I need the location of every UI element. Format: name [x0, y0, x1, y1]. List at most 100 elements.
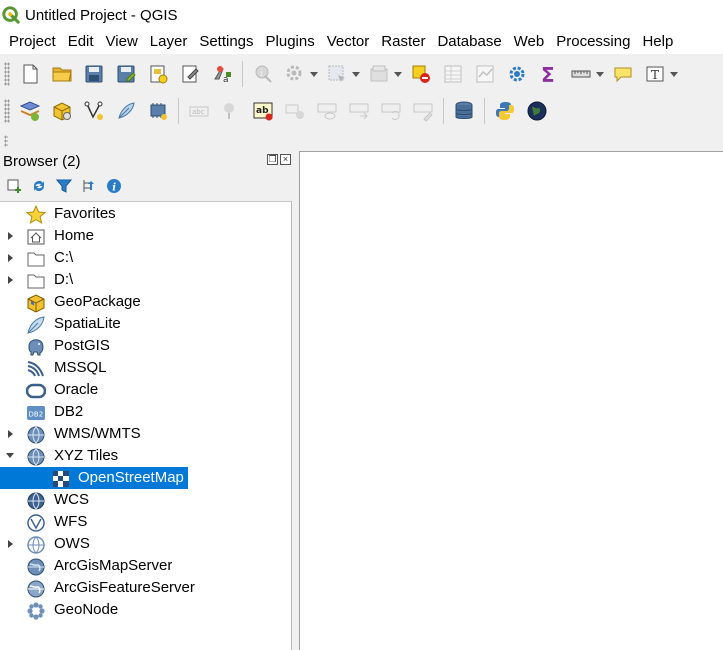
- processing-toolbox-button[interactable]: [503, 60, 531, 88]
- identify-features-button[interactable]: i: [249, 60, 277, 88]
- tree-item-xyz-tiles[interactable]: XYZ Tiles: [0, 445, 291, 467]
- collapse-all-button[interactable]: [79, 176, 98, 195]
- feature-action-dropdown-arrow[interactable]: [393, 60, 403, 88]
- tree-item-geonode[interactable]: GeoNode: [0, 599, 291, 621]
- tree-item-favorites[interactable]: Favorites: [0, 203, 291, 225]
- data-source-manager-button[interactable]: [16, 97, 44, 125]
- statistics-button[interactable]: [471, 60, 499, 88]
- new-project-button[interactable]: [16, 60, 44, 88]
- zoom-button[interactable]: [281, 60, 309, 88]
- attribute-table-button[interactable]: [439, 60, 467, 88]
- toolbar-grip[interactable]: [4, 135, 8, 147]
- feature-action-button[interactable]: [365, 60, 393, 88]
- expand-arrow[interactable]: [6, 275, 16, 285]
- save-project-button[interactable]: [80, 60, 108, 88]
- map-canvas[interactable]: [299, 151, 723, 650]
- label-pin-button[interactable]: [217, 97, 245, 125]
- new-virtual-layer-button[interactable]: [144, 97, 172, 125]
- menu-view[interactable]: View: [100, 31, 144, 53]
- globe-plugin-button[interactable]: [523, 97, 551, 125]
- tree-item-home[interactable]: Home: [0, 225, 291, 247]
- tree-item-arcgis-feature-server[interactable]: ArcGisFeatureServer: [0, 577, 291, 599]
- tree-item-spatialite[interactable]: SpatiaLite: [0, 313, 291, 335]
- label-tool-4-button[interactable]: [345, 97, 373, 125]
- tree-item-wcs[interactable]: WCS: [0, 489, 291, 511]
- tree-item-mssql[interactable]: MSSQL: [0, 357, 291, 379]
- undock-panel-button[interactable]: ❐: [267, 154, 278, 165]
- filter-funnel-icon: [55, 179, 72, 193]
- label-tool-1-button[interactable]: abc: [185, 97, 213, 125]
- menu-vector[interactable]: Vector: [321, 31, 376, 53]
- tree-item-label: D:\: [54, 271, 74, 288]
- menu-raster[interactable]: Raster: [375, 31, 431, 53]
- label-tool-2-button[interactable]: [281, 97, 309, 125]
- globe-icon: [26, 447, 46, 467]
- new-shapefile-layer-button[interactable]: [80, 97, 108, 125]
- new-spatialite-layer-button[interactable]: [112, 97, 140, 125]
- filter-browser-button[interactable]: [54, 176, 73, 195]
- select-dropdown-arrow[interactable]: [351, 60, 361, 88]
- label-tool-3-button[interactable]: [313, 97, 341, 125]
- tree-item-openstreetmap[interactable]: OpenStreetMap: [0, 467, 291, 489]
- menu-web[interactable]: Web: [508, 31, 551, 53]
- menu-help[interactable]: Help: [636, 31, 679, 53]
- new-document-icon: [23, 64, 38, 84]
- python-console-button[interactable]: [491, 97, 519, 125]
- expand-arrow[interactable]: [6, 539, 16, 549]
- tree-item-c-drive[interactable]: C:\: [0, 247, 291, 269]
- map-tips-button[interactable]: [609, 60, 637, 88]
- tree-item-db2[interactable]: DB2 DB2: [0, 401, 291, 423]
- expand-arrow[interactable]: [6, 231, 16, 241]
- menu-plugins[interactable]: Plugins: [260, 31, 321, 53]
- toolbar-grip[interactable]: [4, 99, 10, 123]
- expand-arrow[interactable]: [6, 429, 16, 439]
- menu-edit[interactable]: Edit: [62, 31, 100, 53]
- menu-layer[interactable]: Layer: [144, 31, 194, 53]
- zoom-dropdown-arrow[interactable]: [309, 60, 319, 88]
- label-tool-6-button[interactable]: [409, 97, 437, 125]
- tree-item-oracle[interactable]: Oracle: [0, 379, 291, 401]
- refresh-button[interactable]: [29, 176, 48, 195]
- menu-processing[interactable]: Processing: [550, 31, 636, 53]
- db-manager-button[interactable]: [450, 97, 478, 125]
- tree-item-postgis[interactable]: PostGIS: [0, 335, 291, 357]
- new-geopackage-layer-button[interactable]: [48, 97, 76, 125]
- collapse-arrow[interactable]: [6, 451, 16, 461]
- open-project-button[interactable]: [48, 60, 76, 88]
- tree-item-wfs[interactable]: WFS: [0, 511, 291, 533]
- label-edit-icon: [413, 103, 433, 122]
- save-as-button[interactable]: [112, 60, 140, 88]
- tree-item-d-drive[interactable]: D:\: [0, 269, 291, 291]
- select-features-button[interactable]: [323, 60, 351, 88]
- add-selected-layers-button[interactable]: [4, 176, 23, 195]
- menu-settings[interactable]: Settings: [193, 31, 259, 53]
- tree-item-arcgis-map-server[interactable]: ArcGisMapServer: [0, 555, 291, 577]
- tree-item-wms-wmts[interactable]: WMS/WMTS: [0, 423, 291, 445]
- toolbar-dock-strip: [0, 131, 723, 149]
- collapse-tree-icon: [83, 179, 94, 192]
- tree-item-geopackage[interactable]: GeoPackage: [0, 291, 291, 313]
- open-folder-icon: [52, 67, 72, 82]
- deselect-features-button[interactable]: [407, 60, 435, 88]
- label-pin-icon: [224, 103, 234, 119]
- annotation-dropdown-arrow[interactable]: [669, 60, 679, 88]
- tree-item-label: GeoNode: [54, 601, 119, 618]
- expand-arrow[interactable]: [6, 253, 16, 263]
- tree-item-ows[interactable]: OWS: [0, 533, 291, 555]
- field-calculator-button[interactable]: Σ: [535, 60, 563, 88]
- attribute-table-icon: [444, 65, 462, 83]
- measure-line-button[interactable]: [567, 60, 595, 88]
- toolbar-grip[interactable]: [4, 62, 10, 86]
- properties-button[interactable]: i: [104, 176, 123, 195]
- close-panel-button[interactable]: ×: [280, 154, 291, 165]
- menu-project[interactable]: Project: [3, 31, 62, 53]
- new-print-layout-button[interactable]: [144, 60, 172, 88]
- measure-dropdown-arrow[interactable]: [595, 60, 605, 88]
- label-tool-5-button[interactable]: [377, 97, 405, 125]
- svg-text:DB2: DB2: [29, 411, 44, 419]
- text-annotation-button[interactable]: T: [641, 60, 669, 88]
- style-manager-button[interactable]: a: [208, 60, 236, 88]
- layout-manager-button[interactable]: [176, 60, 204, 88]
- layer-labeling-button[interactable]: ab: [249, 97, 277, 125]
- menu-database[interactable]: Database: [431, 31, 507, 53]
